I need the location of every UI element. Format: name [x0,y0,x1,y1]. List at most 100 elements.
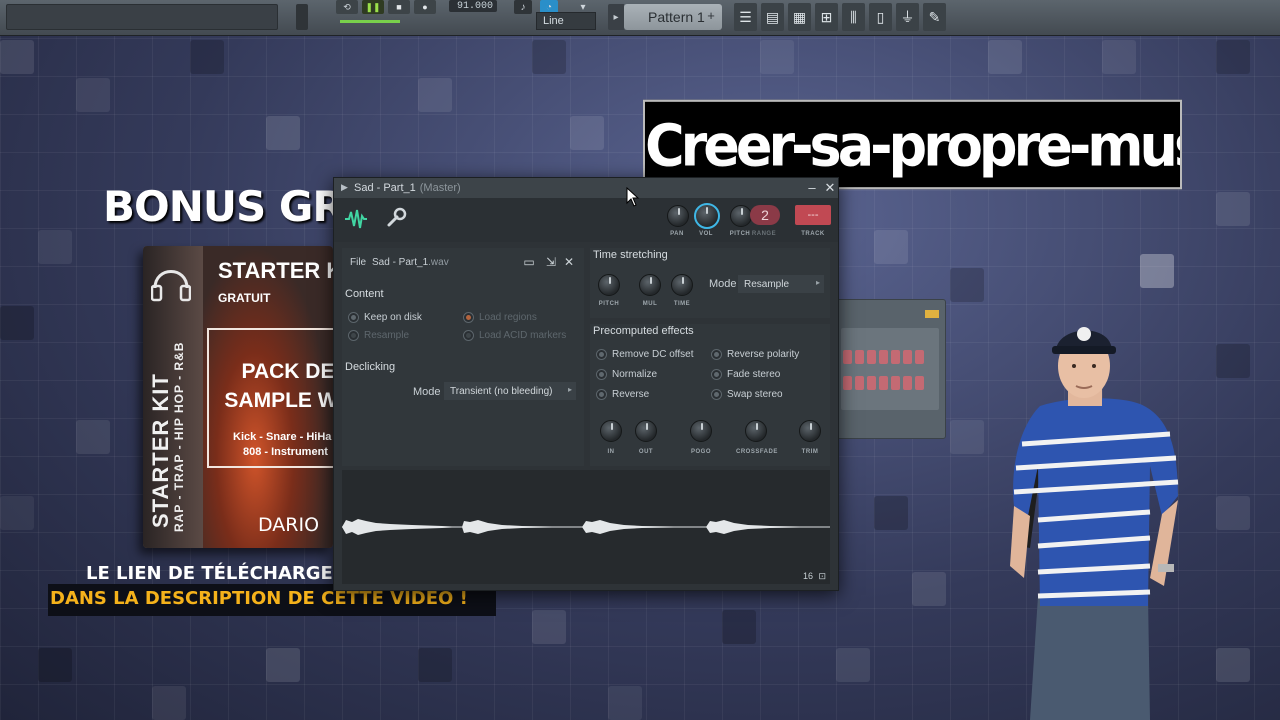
declick-mode-select[interactable]: Transient (no bleeding) ▸ [444,382,576,400]
time-stretching-label: Time stretching [593,249,668,261]
file-label: File [350,257,367,268]
playlist-icon[interactable]: ☰ [734,3,757,31]
mixer-icon[interactable]: ⫼ [842,3,865,31]
load-acid-markers-label: Load ACID markers [479,330,567,341]
channel-rack-fragment [832,299,946,439]
pitch-range-value[interactable]: 2 [750,205,780,225]
snap-mode-select[interactable]: Line [536,12,596,30]
left-panel [342,248,584,466]
wrench-icon[interactable] [386,206,408,228]
volume-slider[interactable] [296,4,308,30]
window-shortcuts: ☰ ▤ ▦ ⊞ ⫼ ▯ ⏚ ✎ [734,3,946,31]
audio-clip-window: ▶ Sad - Part_1 (Master) – ✕ PAN VOL PITC… [333,177,839,591]
expand-icon[interactable]: ⊡ [819,571,827,581]
help-icon[interactable]: ✎ [923,3,946,31]
window-title-bar[interactable]: ▶ Sad - Part_1 (Master) – ✕ [334,178,838,198]
replace-icon[interactable]: ⇲ [542,253,560,271]
folder-icon[interactable]: ▭ [520,253,538,271]
add-pattern-button[interactable]: + [704,9,718,23]
stretch-mode-select[interactable]: Resample ▸ [738,275,824,293]
snap-icon[interactable]: ♪ [514,0,532,14]
headphone-icon [151,270,191,302]
reverse-polarity-label: Reverse polarity [727,349,800,360]
normalize-label: Normalize [612,369,658,380]
in-label: IN [607,449,615,455]
kit-title: STARTER K [218,258,343,283]
in-knob[interactable] [600,420,622,442]
keep-on-disk-label: Keep on disk [364,312,422,323]
step-grid [841,328,939,410]
stretch-pitch-knob[interactable] [598,274,620,296]
remove-dc-offset-label: Remove DC offset [612,349,694,360]
file-extension: .wav [428,257,449,268]
stretch-mul-knob[interactable] [639,274,661,296]
clear-file-icon[interactable]: ✕ [560,253,578,271]
precomputed-effects-label: Precomputed effects [593,325,694,337]
chevron-right-icon: ▸ [567,385,572,394]
load-acid-markers-option[interactable]: Load ACID markers [463,330,566,341]
window-menu-icon[interactable]: ▶ [341,182,348,193]
mixer-track-selector[interactable]: --- [795,205,831,225]
channel-rack-icon[interactable]: ▦ [788,3,811,31]
crossfade-knob[interactable] [745,420,767,442]
reverse-polarity-option[interactable]: Reverse polarity [711,349,799,360]
kit-spine-subtitle: RAP - TRAP - HIP HOP - R&B [172,341,186,532]
pattern-selector[interactable]: Pattern 1 + [624,4,722,30]
keep-on-disk-option[interactable]: Keep on disk [348,312,422,323]
pan-knob[interactable] [667,205,689,227]
pattern-name: Pattern 1 [648,9,705,25]
browser-icon[interactable]: ⊞ [815,3,838,31]
normalize-option[interactable]: Normalize [596,369,657,380]
kit-gratuit: GRATUIT [218,291,271,305]
record-button[interactable]: ● [414,0,436,14]
trim-knob[interactable] [799,420,821,442]
range-label: RANGE [751,231,777,237]
website-banner: Creer-sa-propre-musique.com [643,99,1182,190]
window-title-suffix: (Master) [419,182,461,194]
cta-line-1: LE LIEN DE TÉLÉCHARGE [86,563,333,584]
declick-mode-label: Mode [413,386,441,398]
load-regions-option[interactable]: Load regions [463,312,537,323]
track-label: TRACK [801,231,825,237]
remove-dc-offset-option[interactable]: Remove DC offset [596,349,694,360]
kit-contents-line-1: Kick - Snare - HiHa [233,431,332,443]
kit-spine-title: STARTER KIT [148,373,173,528]
resample-label: Resample [364,330,410,341]
stretch-time-knob[interactable] [671,274,693,296]
reverse-label: Reverse [612,389,650,400]
stretch-mode-label: Mode [709,278,737,290]
stop-button[interactable]: ■ [388,0,410,14]
crossfade-label: CROSSFADE [736,449,778,455]
waveform-zoom-count[interactable]: 16 ⊡ [803,571,826,582]
tempo-display[interactable]: 91.000 [449,0,497,12]
kit-brand: DARIO [258,514,320,536]
pause-button[interactable]: ❚❚ [362,0,384,14]
cta-line-2: DANS LA DESCRIPTION DE CETTE VIDÉO ! [50,588,468,609]
fade-stereo-option[interactable]: Fade stereo [711,369,780,380]
waveform-icon[interactable] [344,207,368,231]
pattern-prev-button[interactable]: ▸ [608,4,624,30]
swap-stereo-label: Swap stereo [727,389,783,400]
kit-contents-line-2: 808 - Instrument [243,446,328,458]
close-button[interactable]: ✕ [822,179,838,197]
volume-knob[interactable] [694,203,720,229]
pogo-knob[interactable] [690,420,712,442]
out-label: OUT [638,449,654,455]
waveform-zoom-value: 16 [803,571,814,581]
waveform-view[interactable] [342,470,830,584]
stretch-time-label: TIME [673,301,691,307]
loop-button[interactable]: ⟲ [336,0,358,14]
file-icon[interactable]: ▯ [869,3,892,31]
minimize-button[interactable]: – [804,179,820,197]
mouse-cursor-icon [626,187,640,207]
resample-option[interactable]: Resample [348,330,409,341]
swap-stereo-option[interactable]: Swap stereo [711,389,783,400]
master-pitch-slider[interactable] [340,20,400,23]
piano-roll-icon[interactable]: ▤ [761,3,784,31]
reverse-option[interactable]: Reverse [596,389,649,400]
pitch-knob[interactable] [730,205,752,227]
declicking-section-label: Declicking [345,361,396,373]
plugin-icon[interactable]: ⏚ [896,3,919,31]
out-knob[interactable] [635,420,657,442]
file-name[interactable]: Sad - Part_1.wav [372,257,449,268]
